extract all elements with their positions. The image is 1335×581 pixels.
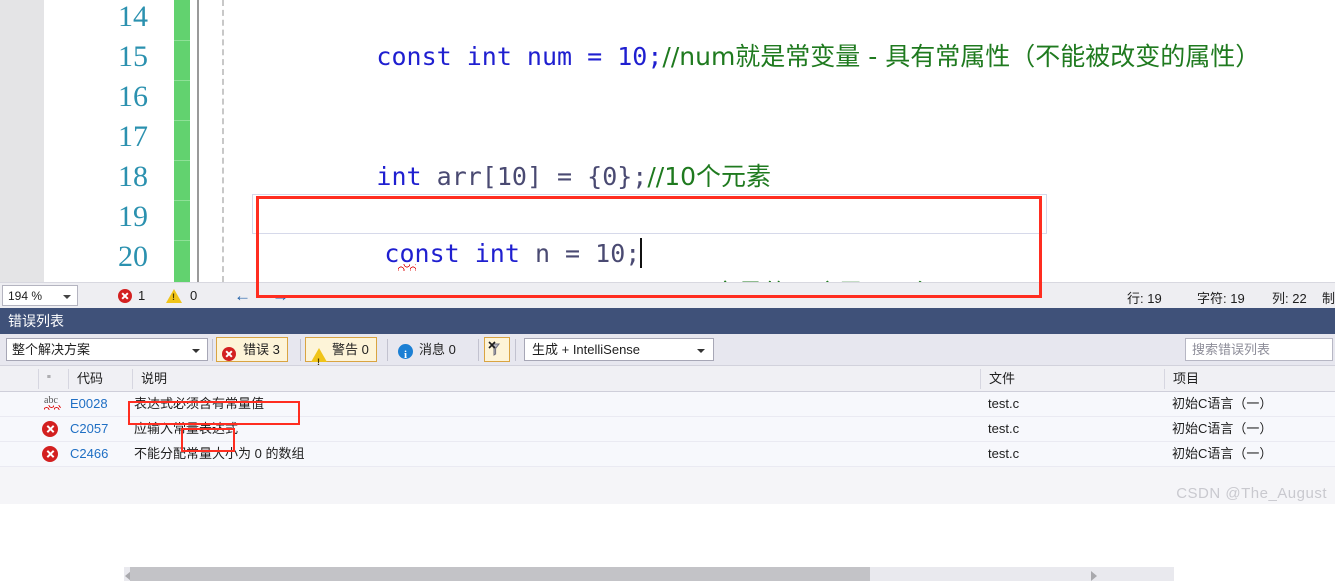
watermark: CSDN @The_August [1176,485,1327,502]
line-number: 17 [118,120,148,153]
editor-status-strip: 194 % 1 0 ← → 行: 19 字符: 19 列: 22 制 [0,282,1335,581]
row-project: 初始C语言（一） [1172,421,1273,436]
code-line-14-code: const int num = 10; [376,42,663,71]
column-header-project[interactable]: 项目 [1166,366,1335,391]
code-line-17-comment: //10个元素 [647,162,772,191]
scroll-right-icon[interactable] [1091,571,1097,581]
row-description: 不能分配常量大小为 0 的数组 [134,446,305,461]
row-file: test.c [988,396,1020,411]
messages-toggle-label: 消息 0 [419,342,456,357]
info-icon [398,343,413,367]
error-squiggle-icon [398,264,416,271]
code-editor[interactable]: 14 15 16 17 18 19 20 const int num = 10;… [0,0,1335,282]
table-row[interactable]: abc E0028 表达式必须含有常量值 test.c 初始C语言（一） [0,392,1335,417]
error-table-header: ≡ 代码 说明 文件 项目 [0,366,1335,392]
build-filter-dropdown[interactable]: 生成 + IntelliSense [524,338,714,361]
error-icon [118,289,132,303]
column-header-description[interactable]: 说明 [134,366,980,391]
warnings-toggle-label: 警告 0 [332,342,369,357]
gutter-separator [197,0,199,282]
column-header-file[interactable]: 文件 [982,366,1164,391]
code-line-14[interactable]: const int num = 10;//num就是常变量 - 具有常属性（不能… [256,0,1335,71]
build-filter-value: 生成 + IntelliSense [532,342,641,357]
code-line-14-comment: //num就是常变量 - 具有常属性（不能被改变的属性） [662,42,1261,71]
column-header-code[interactable]: 代码 [70,366,132,391]
row-file: test.c [988,421,1020,436]
column-header-icon[interactable]: ≡ [40,366,68,391]
errors-toggle-button[interactable]: 错误 3 [216,337,288,362]
chevron-down-icon [192,349,200,353]
navigate-back-icon[interactable]: ← [234,287,251,304]
error-list-panel: 错误列表 整个解决方案 错误 3 警告 0 消息 0 [0,308,1335,504]
status-col: 列: 22 [1272,291,1307,306]
scope-filter-value: 整个解决方案 [12,342,91,357]
line-number: 19 [118,200,148,233]
error-icon [42,446,58,462]
code-text-area[interactable]: const int num = 10;//num就是常变量 - 具有常属性（不能… [214,0,1335,282]
errors-toggle-label: 错误 3 [243,342,280,357]
table-row[interactable]: C2057 应输入常量表达式 test.c 初始C语言（一） [0,417,1335,442]
row-project: 初始C语言（一） [1172,396,1273,411]
zoom-level-value: 194 % [8,289,43,303]
status-truncated: 制 [1322,291,1335,306]
intellisense-squiggle-icon: abc [44,395,61,410]
error-list-title: 错误列表 [0,308,1335,334]
code-line-17[interactable]: int arr[10] = {0};//10个元素 [256,117,1335,191]
status-char: 字符: 19 [1197,291,1245,306]
code-line-20[interactable]: int arr2[n] = {0};//n是变量的，这里是不行 [264,234,1335,282]
warning-icon [311,343,327,374]
search-input[interactable]: 搜索错误列表 [1185,338,1333,361]
row-description: 表达式必须含有常量值 [134,396,265,411]
indent-guide [222,0,224,282]
search-placeholder: 搜索错误列表 [1192,342,1271,357]
chevron-down-icon [697,349,705,353]
row-project: 初始C语言（一） [1172,446,1273,461]
code-line-17-expr: arr[10] = {0}; [436,162,648,191]
code-line-17-keyword: int [376,162,437,191]
warning-icon [166,289,182,303]
line-number: 16 [118,80,148,113]
zoom-level-selector[interactable]: 194 % [2,285,78,306]
line-number: 14 [118,0,148,33]
error-icon [222,342,236,365]
inline-warning-count: 0 [190,288,198,303]
row-file: test.c [988,446,1020,461]
row-code: C2057 [70,421,109,436]
navigate-forward-icon[interactable]: → [272,287,289,304]
error-table-body: abc E0028 表达式必须含有常量值 test.c 初始C语言（一） C20… [0,392,1335,487]
line-number: 20 [118,240,148,273]
row-code: E0028 [70,396,108,411]
scope-filter-dropdown[interactable]: 整个解决方案 [6,338,208,361]
error-icon [42,421,58,437]
change-indicator-bar [174,0,190,282]
visual-studio-window: 14 15 16 17 18 19 20 const int num = 10;… [0,0,1335,581]
filter-clear-icon [488,341,501,356]
code-line-19[interactable]: const int n = 10; [264,194,1335,268]
warnings-toggle-button[interactable]: 警告 0 [305,337,377,374]
line-number: 15 [118,40,148,73]
table-row[interactable]: C2466 不能分配常量大小为 0 的数组 test.c 初始C语言（一） [0,442,1335,467]
clear-filter-button[interactable] [484,337,510,362]
chevron-down-icon [63,295,71,299]
status-row: 行: 19 [1127,291,1162,306]
inline-error-count: 1 [138,288,146,303]
row-code: C2466 [70,446,109,461]
line-number-gutter: 14 15 16 17 18 19 20 [44,0,168,282]
line-number: 18 [118,160,148,193]
messages-toggle-button[interactable]: 消息 0 [392,337,464,367]
editor-outer-margin [0,0,44,282]
sort-indicator-icon: ≡ [47,373,51,381]
svg-text:≡: ≡ [47,373,51,381]
row-description: 应输入常量表达式 [134,421,239,436]
error-list-toolbar: 整个解决方案 错误 3 警告 0 消息 0 [0,334,1335,374]
horizontal-scrollbar-thumb[interactable] [130,567,870,581]
